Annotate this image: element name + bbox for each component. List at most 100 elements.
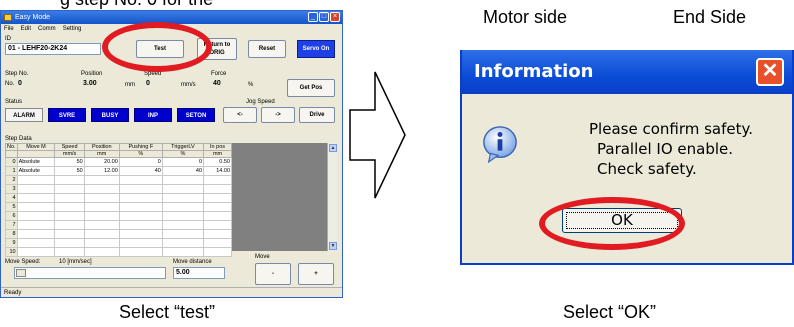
table-cell[interactable] bbox=[54, 184, 85, 194]
table-row[interactable]: 9 bbox=[5, 238, 232, 248]
move-plus-button[interactable]: + bbox=[298, 263, 334, 285]
table-cell[interactable] bbox=[16, 211, 56, 221]
table-cell[interactable]: 40 bbox=[118, 166, 163, 176]
table-scrollbar[interactable]: ▲ ▼ bbox=[327, 143, 337, 251]
table-cell[interactable]: Absolute bbox=[16, 157, 56, 167]
table-row[interactable]: 10 bbox=[5, 247, 232, 257]
table-cell[interactable]: 0 bbox=[118, 157, 163, 167]
table-cell[interactable] bbox=[203, 229, 232, 239]
servo-on-button[interactable]: Servo On bbox=[297, 40, 335, 58]
table-cell[interactable] bbox=[54, 220, 85, 230]
table-cell[interactable] bbox=[203, 247, 232, 257]
table-cell[interactable] bbox=[54, 247, 85, 257]
table-row[interactable]: 4 bbox=[5, 193, 232, 203]
table-cell[interactable] bbox=[161, 247, 205, 257]
table-row[interactable]: 2 bbox=[5, 175, 232, 185]
table-cell[interactable] bbox=[54, 211, 85, 221]
table-cell[interactable] bbox=[16, 184, 56, 194]
table-cell[interactable] bbox=[16, 229, 56, 239]
table-cell[interactable]: 14.00 bbox=[203, 166, 232, 176]
move-minus-button[interactable]: - bbox=[255, 263, 291, 285]
table-cell[interactable] bbox=[203, 220, 232, 230]
table-cell[interactable] bbox=[161, 211, 205, 221]
table-cell[interactable] bbox=[203, 211, 232, 221]
table-cell[interactable] bbox=[83, 211, 120, 221]
scroll-up-icon[interactable]: ▲ bbox=[329, 144, 337, 152]
table-cell[interactable]: 7 bbox=[5, 220, 18, 230]
table-row[interactable]: 3 bbox=[5, 184, 232, 194]
table-cell[interactable] bbox=[161, 202, 205, 212]
table-cell[interactable] bbox=[83, 220, 120, 230]
table-row[interactable]: 1 Absolute 50 12.00 40 40 14.00 bbox=[5, 166, 232, 176]
table-cell[interactable] bbox=[161, 193, 205, 203]
table-cell[interactable] bbox=[83, 247, 120, 257]
dialog-close-icon[interactable]: ✕ bbox=[756, 58, 784, 86]
table-cell[interactable] bbox=[54, 238, 85, 248]
table-cell[interactable]: 40 bbox=[161, 166, 205, 176]
table-cell[interactable]: 6 bbox=[5, 211, 18, 221]
table-cell[interactable]: 20.00 bbox=[83, 157, 120, 167]
table-cell[interactable]: 0.50 bbox=[203, 157, 232, 167]
table-cell[interactable] bbox=[203, 175, 232, 185]
table-cell[interactable]: 8 bbox=[5, 229, 18, 239]
table-row[interactable]: 0 Absolute 50 20.00 0 0 0.50 bbox=[5, 157, 232, 167]
reset-button[interactable]: Reset bbox=[248, 40, 286, 58]
table-cell[interactable] bbox=[16, 193, 56, 203]
table-cell[interactable] bbox=[118, 238, 163, 248]
table-cell[interactable]: 10 bbox=[5, 247, 18, 257]
table-cell[interactable] bbox=[54, 229, 85, 239]
table-cell[interactable] bbox=[161, 175, 205, 185]
drive-button[interactable]: Drive bbox=[299, 107, 335, 123]
table-cell[interactable] bbox=[118, 193, 163, 203]
table-cell[interactable] bbox=[83, 184, 120, 194]
table-cell[interactable] bbox=[161, 220, 205, 230]
table-cell[interactable] bbox=[83, 193, 120, 203]
table-cell[interactable] bbox=[54, 202, 85, 212]
table-cell[interactable] bbox=[118, 211, 163, 221]
table-cell[interactable] bbox=[16, 238, 56, 248]
table-row[interactable]: 6 bbox=[5, 211, 232, 221]
table-cell[interactable] bbox=[54, 175, 85, 185]
table-cell[interactable] bbox=[161, 238, 205, 248]
table-cell[interactable]: 2 bbox=[5, 175, 18, 185]
table-cell[interactable] bbox=[118, 220, 163, 230]
table-cell[interactable] bbox=[16, 202, 56, 212]
table-row[interactable]: 8 bbox=[5, 229, 232, 239]
table-cell[interactable]: 50 bbox=[54, 157, 85, 167]
menu-edit[interactable]: Edit bbox=[21, 24, 31, 34]
table-cell[interactable] bbox=[54, 193, 85, 203]
table-cell[interactable]: 5 bbox=[5, 202, 18, 212]
table-row[interactable]: 5 bbox=[5, 202, 232, 212]
table-cell[interactable] bbox=[118, 175, 163, 185]
move-distance-input[interactable]: 5.00 bbox=[173, 267, 225, 279]
table-cell[interactable] bbox=[83, 238, 120, 248]
table-cell[interactable]: 3 bbox=[5, 184, 18, 194]
slider-thumb[interactable] bbox=[16, 269, 26, 277]
table-cell[interactable]: 12.00 bbox=[83, 166, 120, 176]
table-cell[interactable]: 9 bbox=[5, 238, 18, 248]
table-cell[interactable] bbox=[118, 247, 163, 257]
menu-file[interactable]: File bbox=[4, 24, 14, 34]
scroll-down-icon[interactable]: ▼ bbox=[329, 242, 337, 250]
table-cell[interactable] bbox=[118, 229, 163, 239]
table-cell[interactable] bbox=[16, 220, 56, 230]
table-row[interactable]: 7 bbox=[5, 220, 232, 230]
table-cell[interactable] bbox=[203, 184, 232, 194]
get-pos-button[interactable]: Get Pos bbox=[287, 79, 335, 97]
table-cell[interactable]: 0 bbox=[161, 157, 205, 167]
menu-comm[interactable]: Comm bbox=[38, 24, 56, 34]
table-cell[interactable] bbox=[161, 229, 205, 239]
id-select[interactable]: 01 - LEHF20-2K24 bbox=[5, 43, 101, 55]
close-icon[interactable]: × bbox=[330, 12, 340, 22]
table-cell[interactable] bbox=[83, 175, 120, 185]
table-cell[interactable] bbox=[16, 247, 56, 257]
table-cell[interactable]: 1 bbox=[5, 166, 18, 176]
move-speed-slider[interactable] bbox=[14, 267, 166, 279]
table-cell[interactable] bbox=[118, 202, 163, 212]
table-cell[interactable]: 50 bbox=[54, 166, 85, 176]
table-cell[interactable]: 0 bbox=[5, 157, 18, 167]
table-cell[interactable] bbox=[16, 175, 56, 185]
jog-left-button[interactable]: <- bbox=[223, 107, 257, 123]
table-cell[interactable] bbox=[83, 202, 120, 212]
table-cell[interactable] bbox=[203, 193, 232, 203]
